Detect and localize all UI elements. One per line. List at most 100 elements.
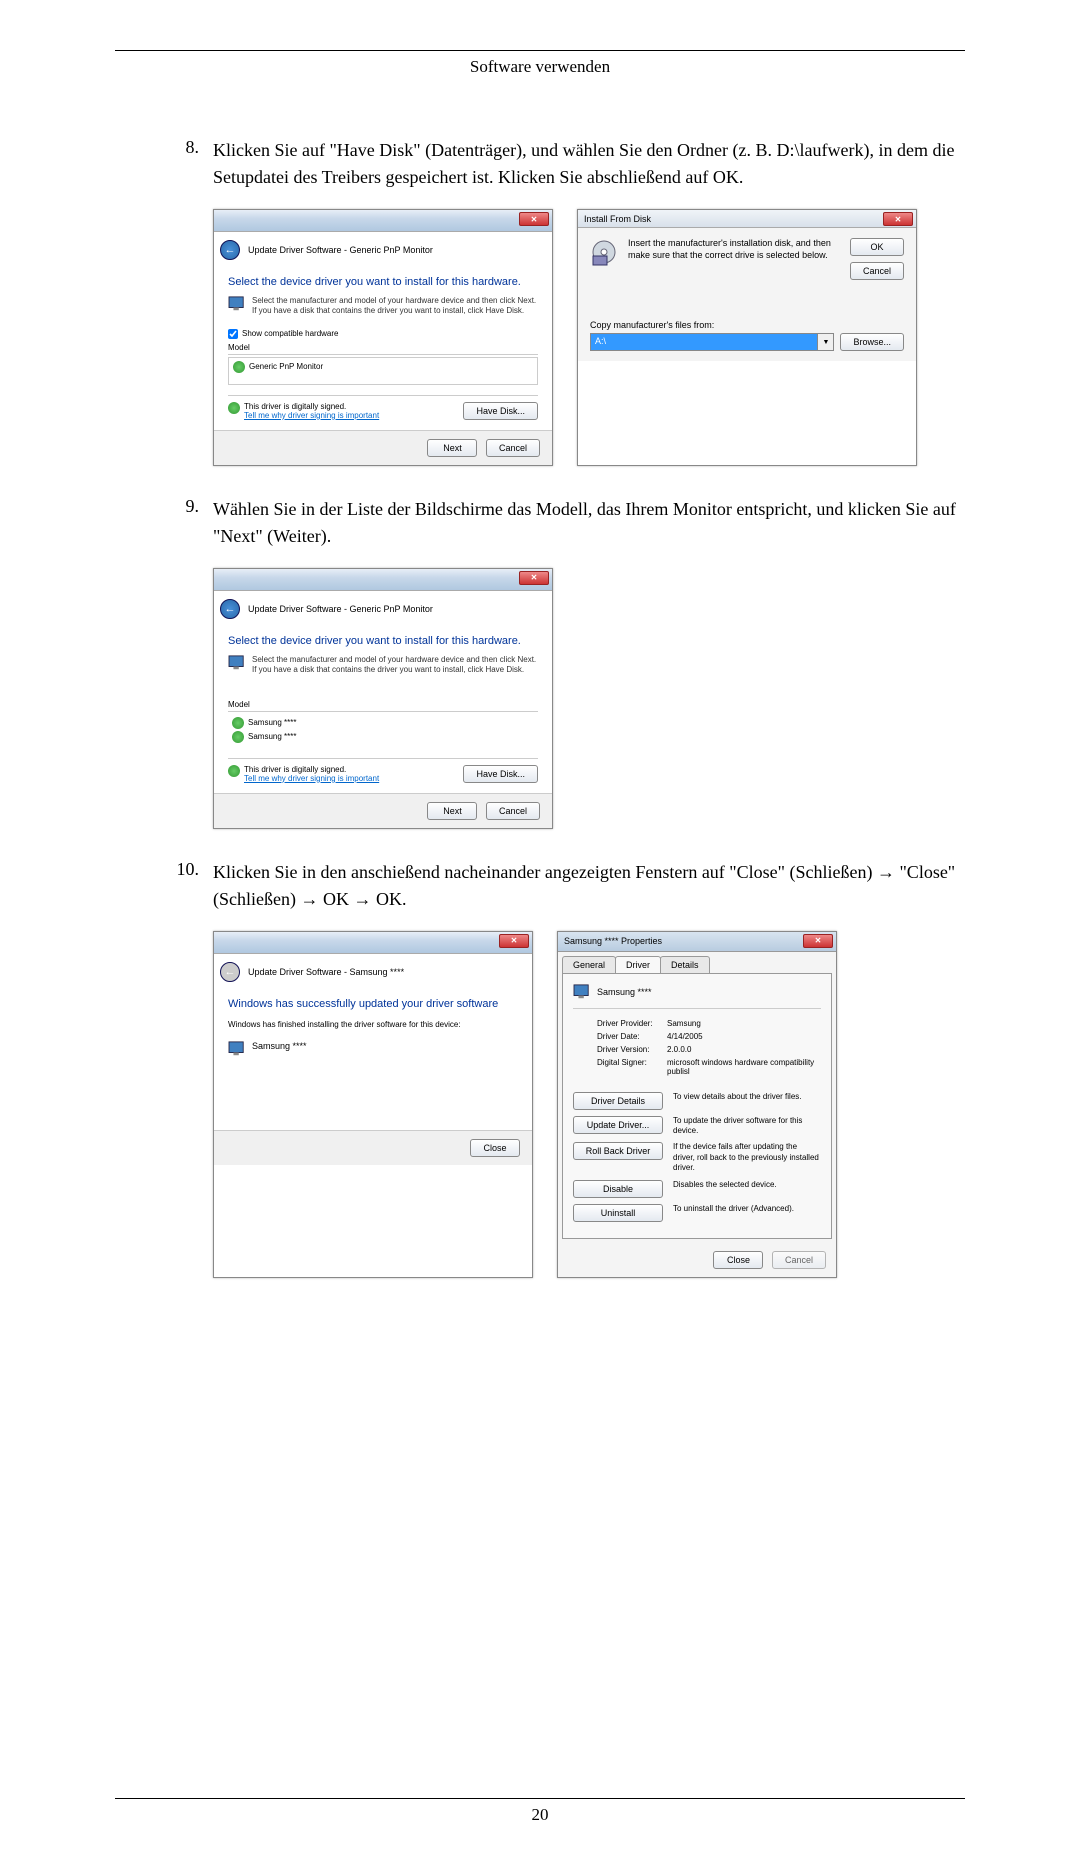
model-item[interactable]: Samsung **** (232, 730, 534, 744)
model-column-header: Model (228, 700, 538, 712)
step-number: 9. (115, 496, 213, 550)
breadcrumb: Update Driver Software - Generic PnP Mon… (248, 604, 433, 614)
model-column-header: Model (228, 343, 538, 355)
tab-driver[interactable]: Driver (615, 956, 661, 973)
close-icon[interactable]: ✕ (883, 212, 913, 226)
next-button[interactable]: Next (427, 439, 477, 457)
back-arrow-icon[interactable]: ← (220, 599, 240, 619)
rollback-driver-desc: If the device fails after updating the d… (673, 1142, 821, 1173)
provider-value: Samsung (667, 1019, 821, 1028)
close-icon[interactable]: ✕ (803, 934, 833, 948)
tab-general[interactable]: General (562, 956, 616, 973)
monitor-icon (228, 1041, 246, 1057)
model-name: Samsung **** (248, 718, 296, 727)
page-number: 20 (115, 1805, 965, 1825)
show-compatible-label: Show compatible hardware (242, 329, 339, 338)
properties-dialog: Samsung **** Properties ✕ General Driver… (557, 931, 837, 1278)
model-item[interactable]: Generic PnP Monitor (233, 360, 533, 374)
close-icon[interactable]: ✕ (519, 571, 549, 585)
copy-from-label: Copy manufacturer's files from: (590, 320, 834, 330)
signer-value: microsoft windows hardware compatibility… (667, 1058, 821, 1076)
step-text: Wählen Sie in der Liste der Bildschirme … (213, 496, 965, 550)
next-button[interactable]: Next (427, 802, 477, 820)
close-button[interactable]: Close (713, 1251, 763, 1269)
sign-info-link[interactable]: Tell me why driver signing is important (244, 411, 379, 420)
uninstall-desc: To uninstall the driver (Advanced). (673, 1204, 794, 1214)
monitor-icon (228, 296, 246, 312)
disable-button[interactable]: Disable (573, 1180, 663, 1198)
cancel-button[interactable]: Cancel (486, 439, 540, 457)
have-disk-button[interactable]: Have Disk... (463, 402, 538, 420)
shield-icon (228, 402, 240, 414)
step-number: 10. (115, 859, 213, 913)
have-disk-button[interactable]: Have Disk... (463, 765, 538, 783)
device-name: Samsung **** (252, 1041, 307, 1051)
step-text: Klicken Sie auf "Have Disk" (Datenträger… (213, 137, 965, 191)
update-driver-button[interactable]: Update Driver... (573, 1116, 663, 1134)
rollback-driver-button[interactable]: Roll Back Driver (573, 1142, 663, 1160)
signed-text: This driver is digitally signed. (244, 402, 379, 411)
update-driver-desc: To update the driver software for this d… (673, 1116, 821, 1137)
update-driver-dialog-1: ✕ ← Update Driver Software - Generic PnP… (213, 209, 553, 466)
monitor-icon (573, 984, 591, 1000)
driver-details-button[interactable]: Driver Details (573, 1092, 663, 1110)
dialog-heading: Select the device driver you want to ins… (228, 276, 538, 288)
show-compatible-checkbox[interactable] (228, 329, 238, 339)
date-value: 4/14/2005 (667, 1032, 821, 1041)
model-item[interactable]: Samsung **** (232, 716, 534, 730)
dialog-subtext: Select the manufacturer and model of you… (252, 296, 538, 317)
cert-icon (232, 731, 244, 743)
install-disk-text: Insert the manufacturer's installation d… (628, 238, 840, 261)
path-value: A:\ (591, 334, 817, 350)
device-name: Samsung **** (597, 987, 652, 997)
step-8: 8. Klicken Sie auf "Have Disk" (Datenträ… (115, 137, 965, 191)
breadcrumb: Update Driver Software - Samsung **** (248, 967, 404, 977)
cert-icon (233, 361, 245, 373)
monitor-icon (228, 655, 246, 671)
disk-icon (590, 238, 618, 266)
dialog-title: Samsung **** Properties (564, 936, 662, 946)
signer-label: Digital Signer: (597, 1058, 667, 1076)
ok-button[interactable]: OK (850, 238, 904, 256)
update-success-dialog: ✕ ← Update Driver Software - Samsung ***… (213, 931, 533, 1278)
step-9: 9. Wählen Sie in der Liste der Bildschir… (115, 496, 965, 550)
shield-icon (228, 765, 240, 777)
tab-details[interactable]: Details (660, 956, 710, 973)
update-driver-dialog-2: ✕ ← Update Driver Software - Generic PnP… (213, 568, 553, 829)
chevron-down-icon[interactable]: ▼ (817, 334, 833, 350)
success-heading: Windows has successfully updated your dr… (228, 998, 518, 1010)
browse-button[interactable]: Browse... (840, 333, 904, 351)
page-header: Software verwenden (115, 57, 965, 77)
breadcrumb: Update Driver Software - Generic PnP Mon… (248, 245, 433, 255)
step-10: 10. Klicken Sie in den anschießend nache… (115, 859, 965, 913)
step-number: 8. (115, 137, 213, 191)
dialog-heading: Select the device driver you want to ins… (228, 635, 538, 647)
cert-icon (232, 717, 244, 729)
back-arrow-icon[interactable]: ← (220, 240, 240, 260)
model-list[interactable]: Samsung **** Samsung **** (228, 714, 538, 748)
close-button[interactable]: Close (470, 1139, 520, 1157)
signed-text: This driver is digitally signed. (244, 765, 379, 774)
disable-desc: Disables the selected device. (673, 1180, 777, 1190)
success-subtext: Windows has finished installing the driv… (228, 1020, 518, 1029)
cancel-button[interactable]: Cancel (850, 262, 904, 280)
date-label: Driver Date: (597, 1032, 667, 1041)
step-text: Klicken Sie in den anschießend nacheinan… (213, 859, 965, 913)
install-from-disk-dialog: Install From Disk ✕ Insert the manufactu… (577, 209, 917, 466)
path-combobox[interactable]: A:\ ▼ (590, 333, 834, 351)
version-value: 2.0.0.0 (667, 1045, 821, 1054)
provider-label: Driver Provider: (597, 1019, 667, 1028)
dialog-subtext: Select the manufacturer and model of you… (252, 655, 538, 676)
model-name: Generic PnP Monitor (249, 362, 323, 371)
model-name: Samsung **** (248, 732, 296, 741)
back-arrow-icon: ← (220, 962, 240, 982)
cancel-button: Cancel (772, 1251, 826, 1269)
sign-info-link[interactable]: Tell me why driver signing is important (244, 774, 379, 783)
close-icon[interactable]: ✕ (499, 934, 529, 948)
close-icon[interactable]: ✕ (519, 212, 549, 226)
driver-details-desc: To view details about the driver files. (673, 1092, 802, 1102)
model-list[interactable]: Generic PnP Monitor (228, 357, 538, 385)
version-label: Driver Version: (597, 1045, 667, 1054)
uninstall-button[interactable]: Uninstall (573, 1204, 663, 1222)
cancel-button[interactable]: Cancel (486, 802, 540, 820)
